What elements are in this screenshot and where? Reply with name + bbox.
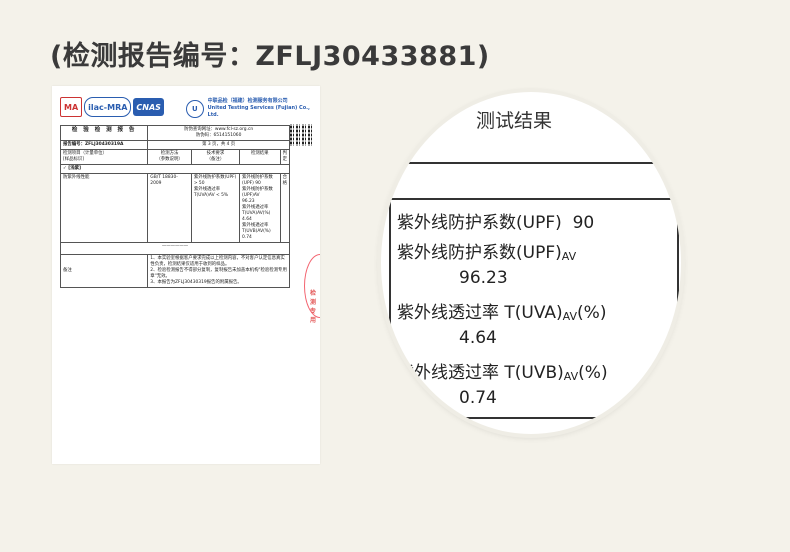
magnified-header-text: 测试结果 <box>476 110 553 132</box>
result-upf-av-label: 紫外线防护系数(UPF) <box>397 243 562 263</box>
result-upf-value: 90 <box>572 213 595 233</box>
result-upf-av-value: 96.23 <box>459 268 508 288</box>
query-code: 防伪码：6514151060 <box>195 133 242 138</box>
lab-name-cn: 中联品检（福建）检测服务有限公司 <box>207 98 288 104</box>
report-no-label: 报告编号： <box>63 142 85 147</box>
ilac-logo: ilac-MRA <box>84 97 132 117</box>
lab-name-en: United Testing Services (Fujian) Co., Lt… <box>207 105 310 118</box>
report-table: 检 验 检 测 报 告 防伪查询网址：www.fcl-sz.org.cn 防伪码… <box>59 125 291 288</box>
sample-section: ✓ [浅紫] <box>60 164 290 174</box>
result-uvb: 紫外线透过率 T(UVB)AV(%) <box>397 358 608 383</box>
report-no: ZFLJ30430319A <box>84 142 124 147</box>
uts-logo-icon: U <box>186 99 204 118</box>
result-uvb-sub: AV <box>563 370 579 383</box>
stamp-text: 检测专用 <box>310 290 317 324</box>
row-method: GB/T 18830-2009 <box>147 173 192 243</box>
notes-label: 备注 <box>59 254 149 288</box>
row-verdict: 合格 <box>279 173 291 243</box>
row-requirement: 紫外线防护系数(UPF) > 50 紫外线透过率T(UVA)AV < 5% <box>190 173 241 243</box>
result-uva-value: 4.64 <box>459 328 497 348</box>
test-report-page: MA ilac-MRA CNAS U 中联品检（福建）检测服务有限公司 Unit… <box>52 86 320 464</box>
result-upf: 紫外线防护系数(UPF) 90 <box>397 208 594 233</box>
notes-text: 1、本实验室根据客户要求完成以上检测内容，不对客户认定信息真实性负责，检测结果仅… <box>147 254 290 288</box>
ma-logo: MA <box>60 97 83 117</box>
col-method: 检测方法 （参数说明） <box>147 149 192 165</box>
result-uvb-label: 紫外线透过率 T(UVB) <box>397 363 564 383</box>
result-uva-label: 紫外线透过率 T(UVA) <box>397 303 563 323</box>
divider <box>381 162 681 164</box>
result-uvb-value: 0.74 <box>459 388 497 408</box>
magnified-header: 测试结果 <box>381 92 681 162</box>
page-heading: (检测报告编号：ZFLJ30433881) <box>50 41 490 72</box>
result-upf-av: 紫外线防护系数(UPF)AV <box>397 238 576 263</box>
cnas-logo: CNAS <box>133 98 164 116</box>
divider <box>389 198 391 434</box>
qr-code-icon <box>290 124 312 146</box>
result-uva-suffix: (%) <box>577 303 607 323</box>
col-item: 检测项目（计量单位） [样品标识] <box>59 149 149 165</box>
result-uva-sub: AV <box>562 310 578 323</box>
divider <box>381 417 681 419</box>
result-uvb-suffix: (%) <box>578 363 608 383</box>
result-uva: 紫外线透过率 T(UVA)AV(%) <box>397 298 606 323</box>
row-item: 防紫外线性能 <box>59 173 149 243</box>
report-title: 检 验 检 测 报 告 <box>59 125 149 141</box>
col-requirement: 技术要求 （备注） <box>190 149 241 165</box>
divider <box>381 198 681 200</box>
page-info: 第 3 页，共 4 页 <box>147 140 290 150</box>
result-upf-label: 紫外线防护系数(UPF) <box>397 213 562 233</box>
row-result: 紫外线防护系数(UPF) 90 紫外线防护系数(UPF)AV 96.23 紫外线… <box>239 173 281 243</box>
certification-logos: MA ilac-MRA CNAS <box>60 96 164 118</box>
divider <box>677 198 679 434</box>
result-upf-av-sub: AV <box>561 250 577 263</box>
col-result: 检测结果 <box>239 149 281 165</box>
col-verdict: 判定 <box>279 149 291 165</box>
magnifier-view: 测试结果 紫外线防护系数(UPF) 90 紫外线防护系数(UPF)AV 96.2… <box>381 92 681 434</box>
lab-header: U 中联品检（福建）检测服务有限公司 United Testing Servic… <box>186 98 320 119</box>
